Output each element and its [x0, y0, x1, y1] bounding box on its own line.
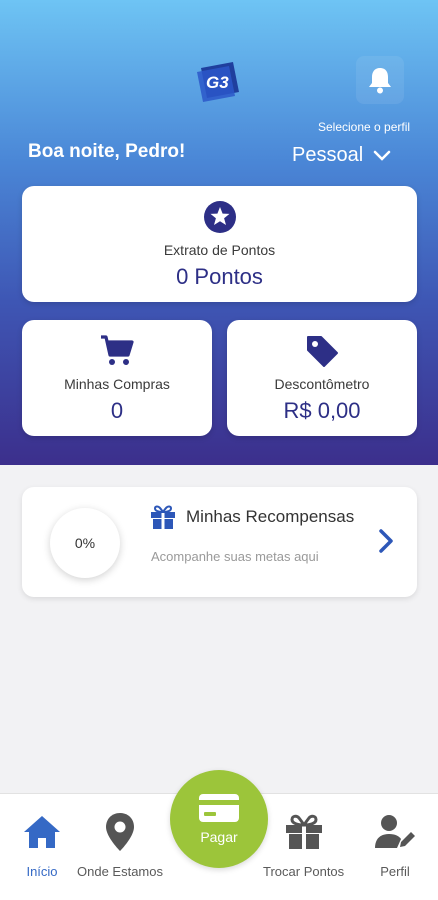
nav-locations[interactable]: Onde Estamos: [77, 812, 163, 879]
discount-value: R$ 0,00: [283, 398, 361, 423]
nav-home-label: Início: [26, 864, 58, 879]
g3-logo: G3: [193, 58, 243, 102]
profile-caption: Selecione o perfil: [317, 120, 411, 134]
notifications-button[interactable]: [356, 56, 404, 104]
chevron-right-icon[interactable]: [374, 527, 398, 555]
star-icon: [203, 201, 236, 233]
discount-label: Descontômetro: [274, 376, 370, 392]
greeting-text: Boa noite, Pedro!: [28, 141, 186, 162]
map-pin-icon: [106, 813, 134, 851]
purchases-value: 0: [110, 398, 124, 423]
rewards-title: Minhas Recompensas: [186, 507, 355, 526]
discount-meter-card[interactable]: Descontômetro R$ 0,00: [227, 320, 417, 436]
profile-selector[interactable]: Pessoal: [292, 144, 391, 167]
card-icon: [199, 794, 239, 822]
my-purchases-card[interactable]: Minhas Compras 0: [22, 320, 212, 436]
rewards-title-row: Minhas Recompensas: [150, 505, 354, 529]
points-statement-card[interactable]: Extrato de Pontos 0 Pontos: [22, 186, 417, 302]
tag-icon: [307, 336, 338, 367]
pay-button[interactable]: Pagar: [170, 770, 268, 868]
nav-home[interactable]: Início: [22, 812, 62, 879]
cart-icon: [101, 335, 134, 365]
rewards-progress: 0%: [50, 508, 120, 578]
nav-exchange-label: Trocar Pontos: [263, 864, 345, 879]
chevron-down-icon: [373, 150, 391, 161]
nav-exchange-points[interactable]: Trocar Pontos: [263, 812, 344, 879]
nav-profile-label: Perfil: [380, 864, 410, 879]
points-label: Extrato de Pontos: [163, 242, 276, 258]
home-icon: [24, 816, 60, 848]
nav-locations-label: Onde Estamos: [77, 864, 163, 879]
gift-icon: [285, 814, 322, 849]
gift-icon: [151, 505, 175, 529]
bell-icon: [369, 68, 391, 94]
pay-button-label: Pagar: [200, 829, 238, 845]
nav-profile[interactable]: Perfil: [374, 812, 416, 879]
rewards-subtitle: Acompanhe suas metas aqui: [151, 549, 319, 564]
user-edit-icon: [375, 815, 415, 848]
points-value: 0 Pontos: [176, 264, 263, 289]
purchases-label: Minhas Compras: [64, 376, 170, 392]
profile-value: Pessoal: [292, 144, 364, 166]
rewards-card[interactable]: 0% Minhas Recompensas Acompanhe suas met…: [22, 487, 417, 597]
svg-text:G3: G3: [206, 73, 229, 92]
